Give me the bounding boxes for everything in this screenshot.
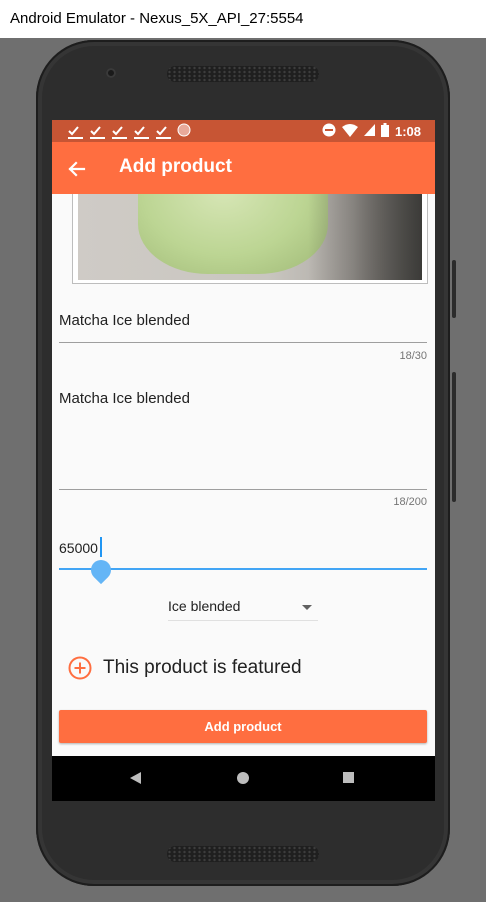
arrow-back-icon[interactable] <box>64 156 90 182</box>
back-triangle-icon[interactable] <box>130 772 141 784</box>
featured-toggle[interactable]: This product is featured <box>68 654 302 682</box>
add-product-button[interactable]: Add product <box>59 710 427 743</box>
add-circle-outline-icon[interactable] <box>68 656 92 680</box>
status-bar: 1:08 <box>52 120 435 142</box>
bottom-speaker <box>167 846 319 862</box>
category-dropdown[interactable]: Ice blended <box>168 594 318 621</box>
checklist-icon <box>67 125 84 140</box>
navigation-bar <box>52 756 435 801</box>
name-underline <box>59 342 427 343</box>
description-underline <box>59 489 427 490</box>
description-field[interactable]: Matcha Ice blended 18/200 <box>59 390 427 508</box>
signal-icon <box>363 124 375 139</box>
wifi-icon <box>341 123 358 140</box>
volume-button[interactable] <box>452 372 456 502</box>
checklist-icon <box>89 125 106 140</box>
power-button[interactable] <box>452 260 456 318</box>
page-title: Add product <box>119 156 232 177</box>
description-counter: 18/200 <box>393 496 427 508</box>
home-circle-icon[interactable] <box>237 772 249 784</box>
front-camera <box>106 68 116 78</box>
arrow-drop-down-icon <box>302 605 312 610</box>
price-field[interactable]: 65000 <box>59 540 427 556</box>
battery-icon <box>380 123 389 140</box>
circle-icon <box>177 123 191 142</box>
product-photo[interactable] <box>78 194 422 280</box>
app-bar: Add product <box>52 142 435 194</box>
photo-shadow <box>308 194 422 280</box>
form-content[interactable]: Matcha Ice blended 18/30 Matcha Ice blen… <box>52 194 435 801</box>
system-icons: 1:08 <box>322 123 421 140</box>
device-screen: 1:08 Add product Matcha Ice blended 18/3… <box>52 120 435 801</box>
checklist-icon <box>111 125 128 140</box>
notification-icons <box>67 123 191 142</box>
text-cursor <box>100 537 102 557</box>
product-image-card[interactable] <box>72 194 428 284</box>
cursor-handle[interactable] <box>86 555 116 585</box>
featured-label: This product is featured <box>103 657 302 678</box>
price-input[interactable]: 65000 <box>59 540 427 556</box>
matcha-cup-image <box>138 194 328 274</box>
description-input[interactable]: Matcha Ice blended <box>59 390 427 407</box>
name-counter: 18/30 <box>399 350 427 362</box>
name-field[interactable]: Matcha Ice blended 18/30 <box>59 312 427 362</box>
price-underline-active <box>59 568 427 570</box>
category-selected: Ice blended <box>168 598 241 614</box>
checklist-icon <box>133 125 150 140</box>
name-input[interactable]: Matcha Ice blended <box>59 312 427 329</box>
checklist-icon <box>155 125 172 140</box>
recents-square-icon[interactable] <box>343 772 354 783</box>
window-title: Android Emulator - Nexus_5X_API_27:5554 <box>0 0 486 38</box>
status-time: 1:08 <box>394 124 421 139</box>
top-speaker <box>167 66 319 82</box>
do-not-disturb-icon <box>322 123 336 140</box>
